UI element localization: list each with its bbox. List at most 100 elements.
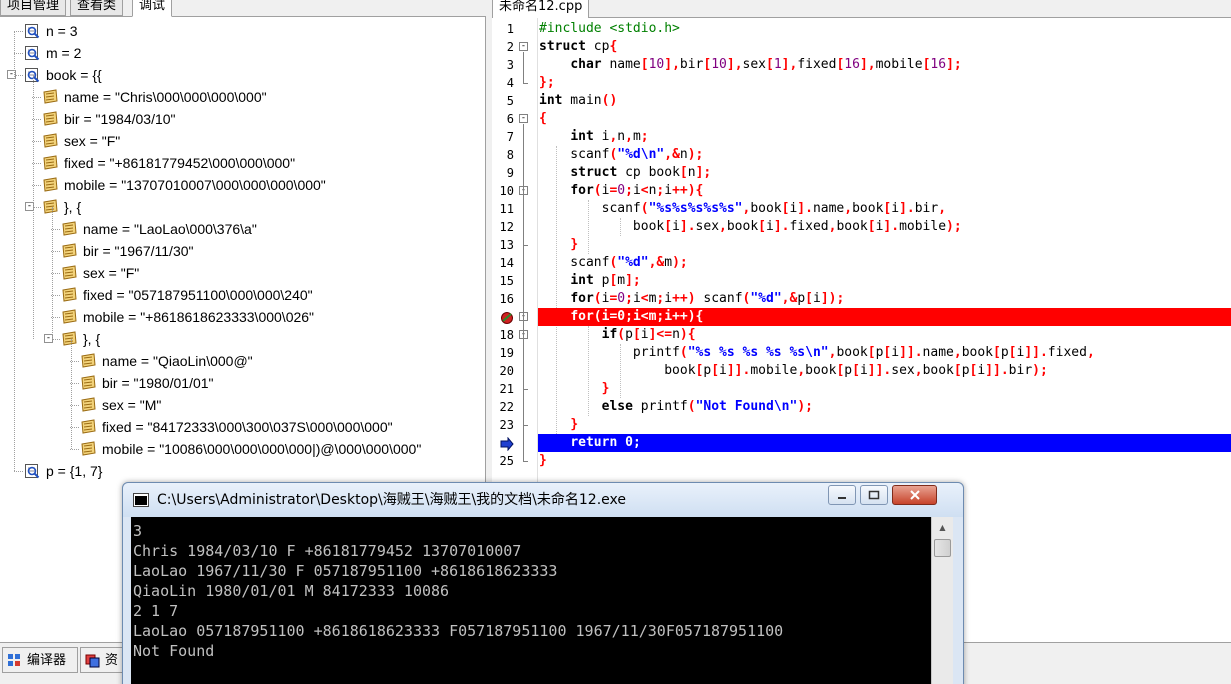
- code-line[interactable]: char name[10],bir[10],sex[1],fixed[16],m…: [538, 56, 1231, 74]
- code-token: ,&: [664, 147, 680, 162]
- close-button[interactable]: [892, 485, 937, 505]
- code-token: i: [632, 309, 641, 324]
- code-line[interactable]: printf("%s %s %s %s %s\n",book[p[i]].nam…: [538, 344, 1231, 362]
- code-line[interactable]: };: [538, 74, 1231, 92]
- code-line[interactable]: scanf("%d",&m);: [538, 254, 1231, 272]
- code-token: ]].: [726, 363, 751, 378]
- line-number[interactable]: 7: [492, 128, 514, 146]
- code-line[interactable]: book[p[i]].mobile,book[p[i]].sex,book[p[…: [538, 362, 1231, 380]
- code-token: struct: [570, 165, 618, 180]
- code-line[interactable]: }: [538, 380, 1231, 398]
- line-number[interactable]: 10: [492, 182, 514, 200]
- scroll-up-arrow-icon[interactable]: ▲: [934, 519, 951, 536]
- code-line[interactable]: }: [538, 452, 1231, 470]
- line-number[interactable]: 23: [492, 416, 514, 434]
- code-line[interactable]: struct cp{: [538, 38, 1231, 56]
- line-number[interactable]: 13: [492, 236, 514, 254]
- code-token: mobile: [875, 57, 923, 72]
- code-token: for: [570, 309, 594, 324]
- tree-connector: [14, 53, 23, 54]
- code-token: return: [570, 435, 618, 450]
- code-token: i: [672, 219, 680, 234]
- line-number[interactable]: 1: [492, 20, 514, 38]
- maximize-button[interactable]: [860, 485, 888, 505]
- code-line[interactable]: for(i=0;i<m;i++) scanf("%d",&p[i]);: [538, 290, 1231, 308]
- console-scrollbar[interactable]: ▲: [931, 517, 953, 684]
- console-title-bar[interactable]: C:\Users\Administrator\Desktop\海贼王\海贼王\我…: [123, 483, 963, 517]
- code-line[interactable]: struct cp book[n];: [538, 164, 1231, 182]
- code-token: struct: [539, 39, 586, 54]
- console-line: LaoLao 1967/11/30 F 057187951100 +861861…: [133, 562, 558, 580]
- struct-field-icon: [61, 221, 78, 237]
- code-line[interactable]: if(p[i]<=n){: [538, 326, 1231, 344]
- code-token: for: [570, 291, 594, 306]
- editor-tab-file[interactable]: 未命名12.cpp: [492, 0, 590, 18]
- code-token: n: [672, 327, 680, 342]
- line-number[interactable]: 2: [492, 38, 514, 56]
- watch-row-label: name = "LaoLao\000\376\a": [83, 221, 257, 237]
- code-token: ]: [859, 57, 868, 72]
- tab-class-browser[interactable]: 查看类: [70, 0, 124, 16]
- console-window[interactable]: C:\Users\Administrator\Desktop\海贼王\海贼王\我…: [122, 482, 964, 684]
- line-number[interactable]: 4: [492, 74, 514, 92]
- tab-compiler[interactable]: 编译器: [2, 647, 78, 673]
- code-token: cp book: [617, 165, 680, 180]
- line-number[interactable]: 8: [492, 146, 514, 164]
- console-line: Chris 1984/03/10 F +86181779452 13707010…: [133, 542, 522, 560]
- line-number[interactable]: 6: [492, 110, 514, 128]
- code-token: }: [570, 417, 579, 432]
- code-line[interactable]: #include <stdio.h>: [538, 20, 1231, 38]
- line-number[interactable]: 9: [492, 164, 514, 182]
- scroll-thumb[interactable]: [934, 539, 951, 557]
- line-number[interactable]: 3: [492, 56, 514, 74]
- code-line[interactable]: int main(): [538, 92, 1231, 110]
- code-line[interactable]: else printf("Not Found\n");: [538, 398, 1231, 416]
- line-number[interactable]: 15: [492, 272, 514, 290]
- breakpoint-icon[interactable]: [500, 310, 514, 324]
- code-token: ,: [953, 345, 962, 360]
- line-number[interactable]: 22: [492, 398, 514, 416]
- tab-resources[interactable]: 资: [80, 647, 126, 673]
- code-line[interactable]: scanf("%s%s%s%s%s",book[i].name,book[i].…: [538, 200, 1231, 218]
- console-output[interactable]: 3 Chris 1984/03/10 F +86181779452 1370701…: [131, 517, 931, 684]
- tree-connector: [52, 207, 53, 339]
- fold-toggle-icon[interactable]: -: [519, 114, 528, 123]
- line-number[interactable]: 12: [492, 218, 514, 236]
- minimize-button[interactable]: [828, 485, 856, 505]
- line-number[interactable]: 14: [492, 254, 514, 272]
- current-execution-line[interactable]: return 0;: [538, 434, 1231, 452]
- minimize-icon: [838, 497, 846, 499]
- code-line[interactable]: for(i=0;i<n;i++){: [538, 182, 1231, 200]
- line-number[interactable]: 16: [492, 290, 514, 308]
- code-line[interactable]: }: [538, 236, 1231, 254]
- code-line[interactable]: }: [538, 416, 1231, 434]
- code-token: book: [922, 363, 954, 378]
- code-token: ,: [797, 363, 806, 378]
- line-number[interactable]: 21: [492, 380, 514, 398]
- code-token: i: [859, 363, 868, 378]
- code-token: ]].: [867, 363, 892, 378]
- editor-tab-bar: 未命名12.cpp: [492, 0, 1231, 18]
- code-token: ].: [679, 219, 696, 234]
- code-token: ]].: [985, 363, 1009, 378]
- line-number[interactable]: 25: [492, 452, 514, 470]
- code-token: );: [1032, 363, 1048, 378]
- code-token: ]<=: [648, 327, 673, 342]
- code-line[interactable]: int p[m];: [538, 272, 1231, 290]
- fold-toggle-icon[interactable]: -: [519, 42, 528, 51]
- line-number[interactable]: 18: [492, 326, 514, 344]
- line-number[interactable]: 20: [492, 362, 514, 380]
- line-number[interactable]: 5: [492, 92, 514, 110]
- tab-project-manager[interactable]: 项目管理: [0, 0, 67, 16]
- code-token: fixed: [1047, 345, 1087, 360]
- line-number[interactable]: 11: [492, 200, 514, 218]
- code-line[interactable]: int i,n,m;: [538, 128, 1231, 146]
- code-line[interactable]: {: [538, 110, 1231, 128]
- code-line[interactable]: scanf("%d\n",&n);: [538, 146, 1231, 164]
- breakpoint-line[interactable]: for(i=0;i<m;i++){: [538, 308, 1231, 326]
- tab-debug[interactable]: 调试: [132, 0, 173, 17]
- code-token: scanf: [539, 255, 610, 270]
- line-number[interactable]: 19: [492, 344, 514, 362]
- code-line[interactable]: book[i].sex,book[i].fixed,book[i].mobile…: [538, 218, 1231, 236]
